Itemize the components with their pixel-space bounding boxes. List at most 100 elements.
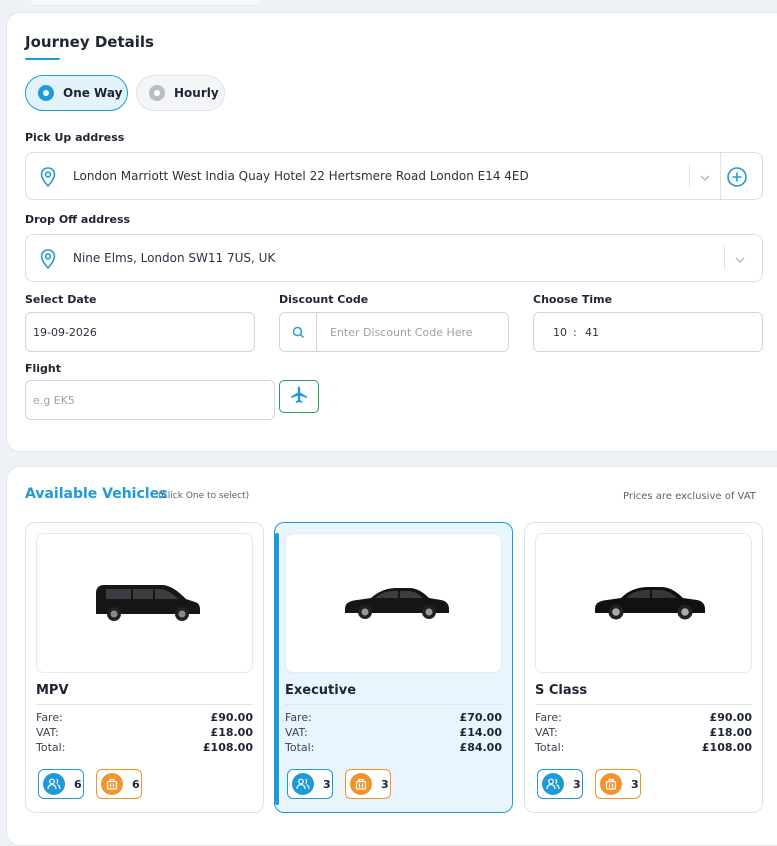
vat-label: VAT:	[535, 726, 558, 739]
chevron-down-icon[interactable]	[733, 252, 747, 271]
vehicle-image-s-class	[535, 533, 752, 673]
passengers-icon	[292, 773, 314, 795]
fare-row: Fare: £90.00	[535, 711, 752, 724]
trip-type-one-way-label: One Way	[63, 86, 123, 100]
search-icon	[280, 313, 317, 351]
passenger-capacity-badge: 3	[287, 769, 333, 799]
vat-value: £14.00	[459, 726, 502, 739]
fare-label: Fare:	[535, 711, 562, 724]
divider	[36, 704, 253, 705]
divider	[535, 704, 752, 705]
separator	[724, 246, 725, 270]
radio-selected-icon	[38, 85, 54, 101]
journey-title: Journey Details	[25, 33, 154, 51]
passenger-capacity-badge: 3	[537, 769, 583, 799]
vat-label: VAT:	[285, 726, 308, 739]
date-label: Select Date	[25, 293, 97, 306]
total-label: Total:	[285, 741, 315, 754]
vat-value: £18.00	[709, 726, 752, 739]
location-pin-icon	[38, 248, 58, 274]
available-vehicles-panel: Available Vehicles (Click One to select)…	[6, 466, 777, 846]
luggage-capacity-badge: 3	[345, 769, 391, 799]
vehicles-title: Available Vehicles	[25, 486, 168, 502]
passengers-icon	[43, 773, 65, 795]
fare-row: Fare: £70.00	[285, 711, 502, 724]
luggage-icon	[350, 773, 372, 795]
pickup-address-value: London Marriott West India Quay Hotel 22…	[73, 169, 529, 183]
total-value: £108.00	[202, 741, 253, 754]
vehicle-card-s-class[interactable]: S Class Fare: £90.00 VAT: £18.00 Total: £10…	[524, 522, 763, 813]
pickup-address-input[interactable]: London Marriott West India Quay Hotel 22…	[25, 152, 763, 200]
vehicle-card-mpv[interactable]: MPV Fare: £90.00 VAT: £18.00 Total: £108.00…	[25, 522, 264, 813]
passenger-count: 3	[323, 777, 331, 791]
luggage-count: 3	[631, 777, 639, 791]
fare-value: £70.00	[459, 711, 502, 724]
passenger-capacity-badge: 6	[38, 769, 84, 799]
separator	[689, 164, 690, 188]
flight-label: Flight	[25, 362, 62, 375]
separator	[720, 153, 721, 199]
vehicle-name: MPV	[36, 683, 69, 698]
flight-placeholder: e.g EK5	[33, 393, 75, 407]
dropoff-label: Drop Off address	[25, 213, 131, 226]
vehicle-card-executive[interactable]: Executive Fare: £70.00 VAT: £14.00 Total: £…	[274, 522, 513, 813]
total-label: Total:	[535, 741, 565, 754]
discount-label: Discount Code	[279, 293, 369, 306]
add-stop-icon[interactable]	[726, 166, 748, 192]
pickup-label: Pick Up address	[25, 131, 125, 144]
dropoff-address-value: Nine Elms, London SW11 7US, UK	[73, 251, 276, 265]
vehicle-name: S Class	[535, 683, 588, 698]
trip-type-hourly[interactable]: Hourly	[136, 75, 225, 111]
luggage-icon	[600, 773, 622, 795]
date-input[interactable]: 19-09-2026	[25, 312, 255, 352]
luggage-capacity-badge: 3	[595, 769, 641, 799]
fare-value: £90.00	[210, 711, 253, 724]
radio-unselected-icon	[149, 85, 165, 101]
vat-note: Prices are exclusive of VAT	[623, 491, 756, 502]
flight-search-button[interactable]	[279, 380, 319, 413]
date-value: 19-09-2026	[33, 325, 97, 339]
passenger-count: 3	[573, 777, 581, 791]
fare-label: Fare:	[36, 711, 63, 724]
dropoff-address-input[interactable]: Nine Elms, London SW11 7US, UK	[25, 234, 763, 282]
luggage-count: 6	[132, 777, 140, 791]
luggage-icon	[101, 773, 123, 795]
time-hour[interactable]: 10	[553, 326, 567, 339]
passenger-count: 6	[74, 777, 82, 791]
divider	[285, 704, 502, 705]
passengers-icon	[542, 773, 564, 795]
discount-code-input[interactable]: Enter Discount Code Here	[279, 312, 509, 352]
title-underline	[25, 58, 60, 60]
total-row: Total: £108.00	[36, 741, 253, 754]
journey-details-panel: Journey Details One Way Hourly Pick Up a…	[6, 12, 777, 452]
discount-placeholder: Enter Discount Code Here	[330, 325, 473, 339]
vehicle-image-executive	[285, 533, 502, 673]
total-row: Total: £108.00	[535, 741, 752, 754]
vat-row: VAT: £18.00	[36, 726, 253, 739]
time-separator: :	[573, 325, 577, 339]
luggage-count: 3	[381, 777, 389, 791]
trip-type-one-way[interactable]: One Way	[25, 75, 128, 111]
vehicle-name: Executive	[285, 683, 357, 698]
top-strip	[30, 0, 260, 6]
fare-label: Fare:	[285, 711, 312, 724]
luggage-capacity-badge: 6	[96, 769, 142, 799]
airplane-icon	[289, 385, 309, 409]
vat-row: VAT: £18.00	[535, 726, 752, 739]
vat-value: £18.00	[210, 726, 253, 739]
fare-value: £90.00	[709, 711, 752, 724]
total-label: Total:	[36, 741, 66, 754]
vat-label: VAT:	[36, 726, 59, 739]
vehicles-subtitle: (Click One to select)	[158, 491, 250, 501]
total-row: Total: £84.00	[285, 741, 502, 754]
total-value: £84.00	[459, 741, 502, 754]
vehicle-image-mpv	[36, 533, 253, 673]
fare-row: Fare: £90.00	[36, 711, 253, 724]
total-value: £108.00	[701, 741, 752, 754]
flight-input[interactable]: e.g EK5	[25, 380, 275, 420]
vat-row: VAT: £14.00	[285, 726, 502, 739]
time-input[interactable]: 10 : 41	[533, 312, 763, 352]
time-minute[interactable]: 41	[585, 326, 599, 339]
time-label: Choose Time	[533, 293, 613, 306]
chevron-down-icon[interactable]	[698, 170, 712, 189]
